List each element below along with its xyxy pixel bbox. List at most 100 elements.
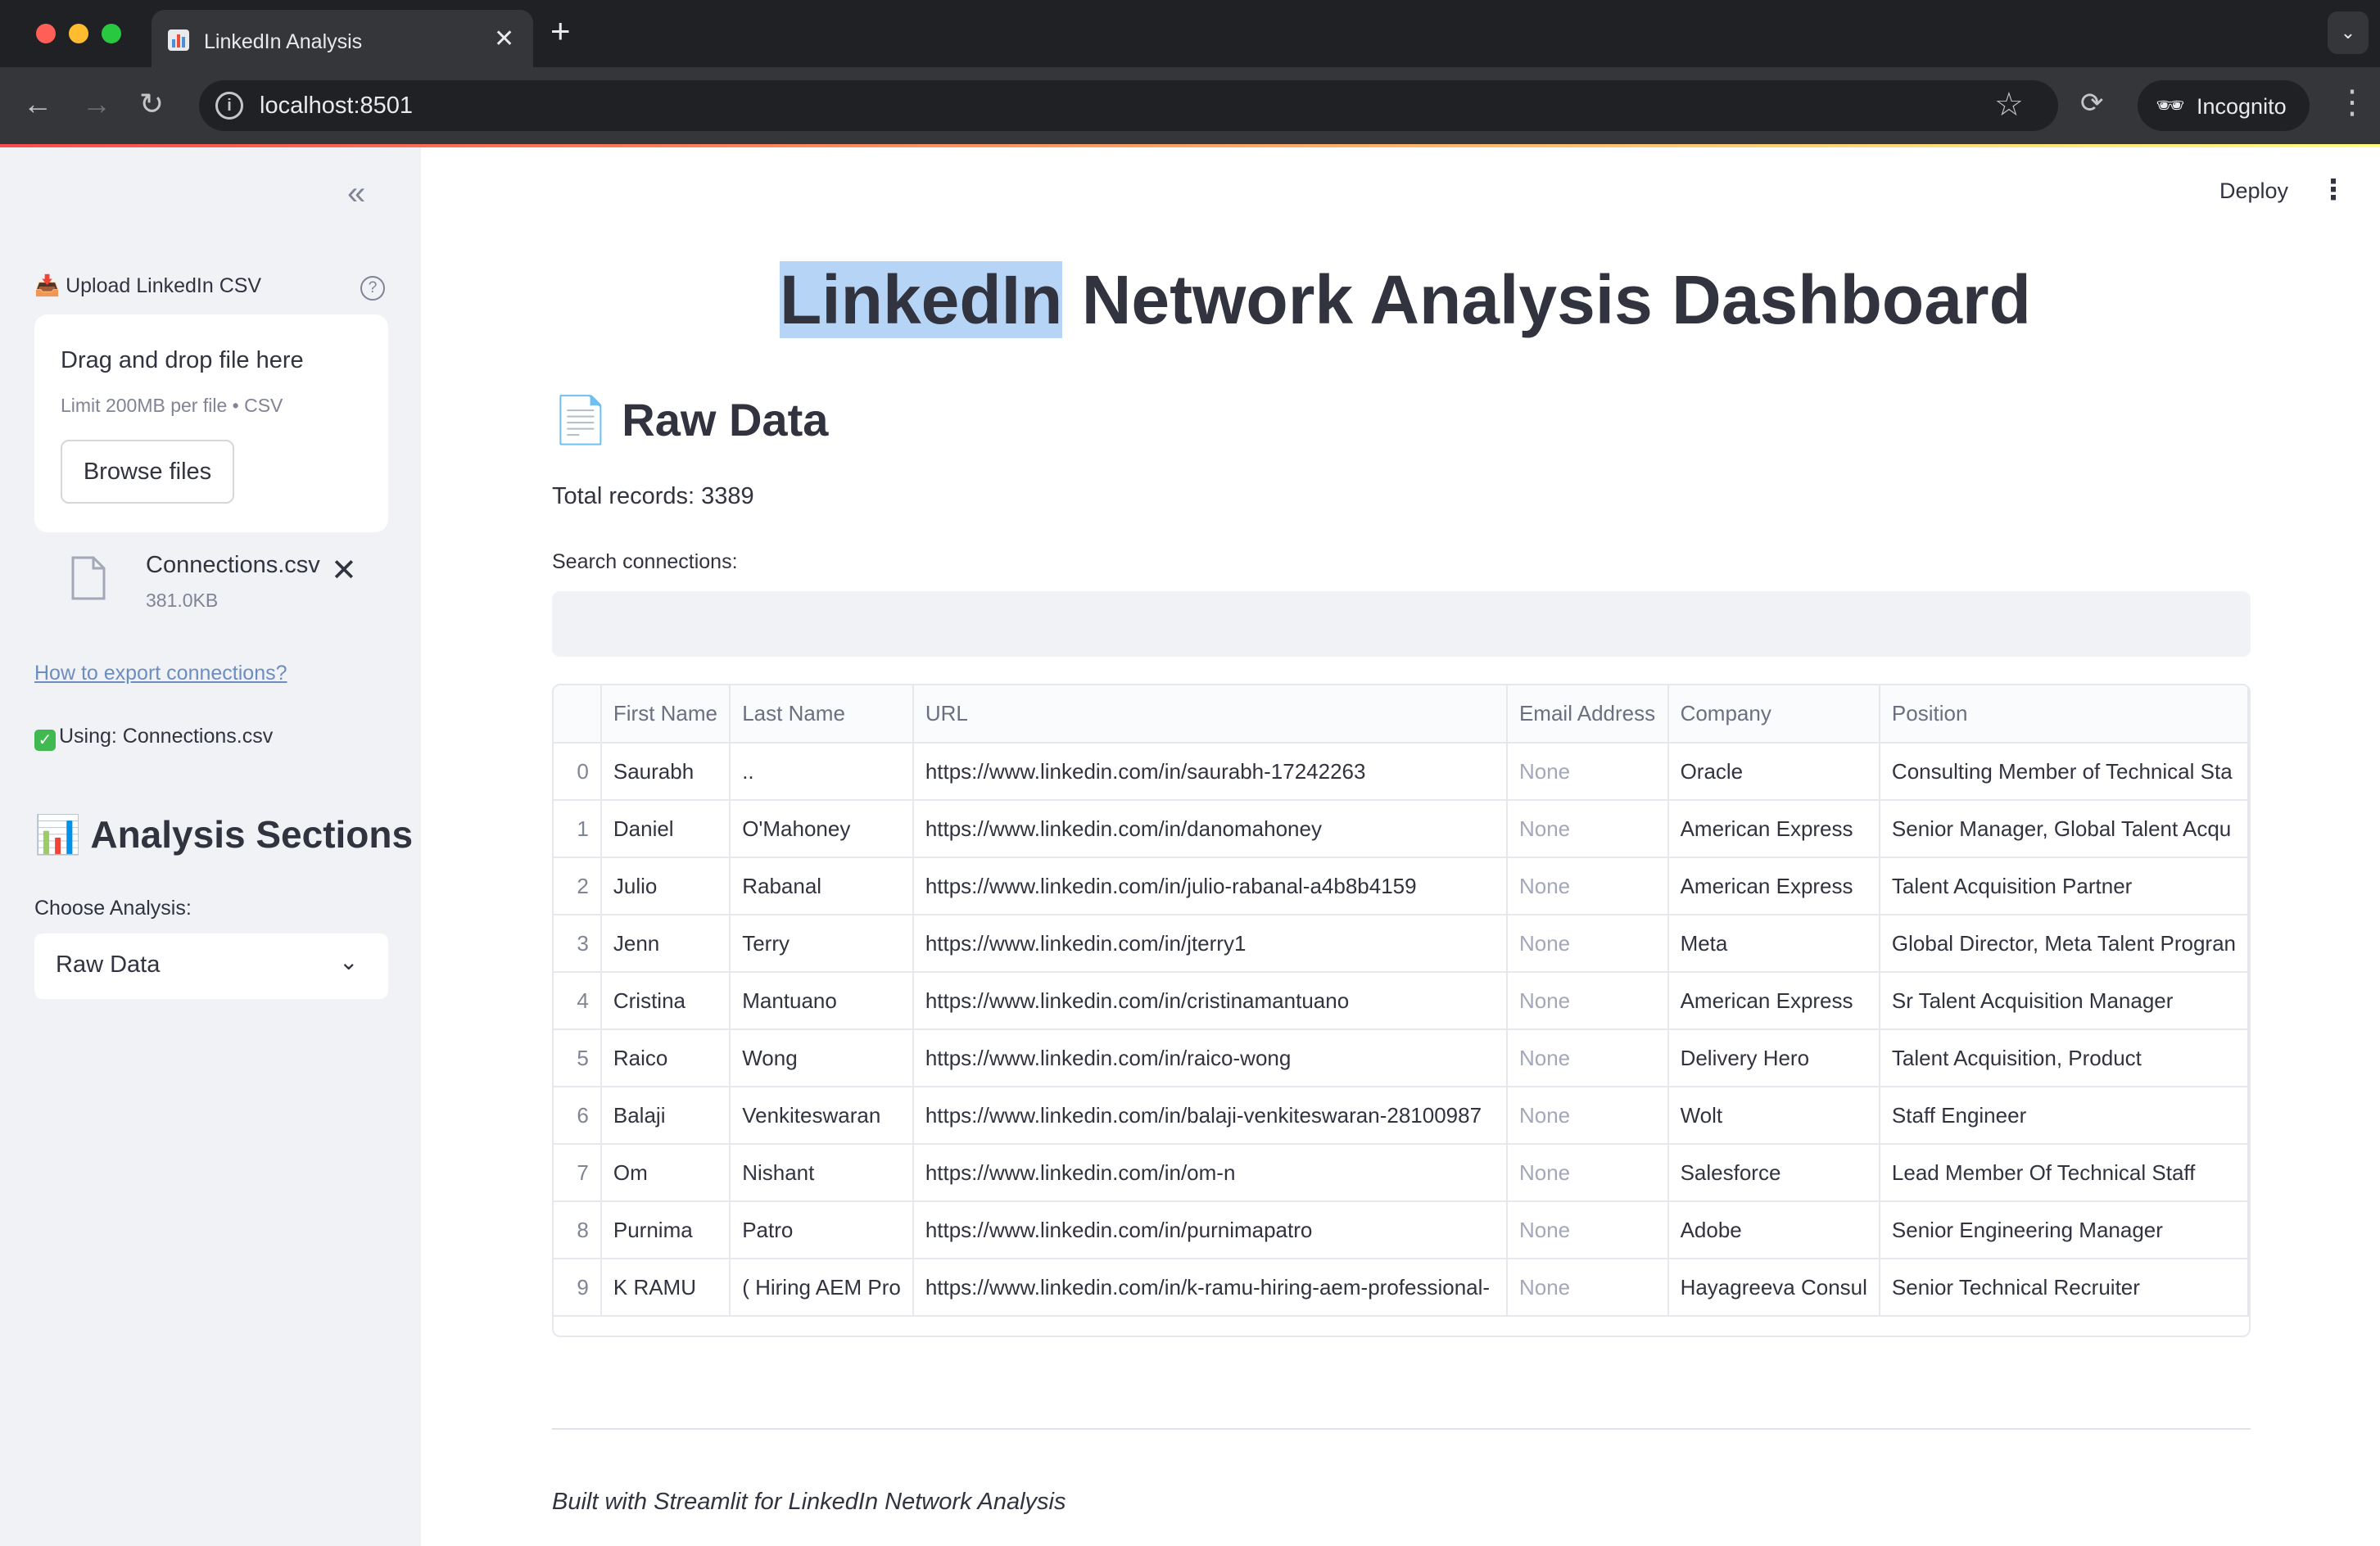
column-header[interactable]: Last Name (730, 685, 914, 744)
new-tab-icon[interactable]: + (550, 11, 571, 51)
bookmark-star-icon[interactable]: ☆ (1994, 86, 2024, 124)
table-cell[interactable]: None (1506, 1029, 1669, 1087)
column-header[interactable]: First Name (600, 685, 731, 744)
incognito-badge[interactable]: 🕶 Incognito (2138, 80, 2310, 131)
table-cell[interactable]: Balaji (600, 1087, 731, 1145)
table-cell[interactable]: Lead Member Of Technical Staff (1879, 1144, 2249, 1202)
column-header[interactable]: Company (1667, 685, 1880, 744)
table-cell[interactable]: None (1506, 972, 1669, 1030)
table-cell[interactable]: Mantuano (730, 972, 914, 1030)
table-cell[interactable]: https://www.linkedin.com/in/raico-wong (912, 1029, 1508, 1087)
table-cell[interactable]: Talent Acquisition, Product (1879, 1029, 2249, 1087)
table-cell[interactable]: Adobe (1667, 1201, 1880, 1259)
table-cell[interactable]: Senior Technical Recruiter (1879, 1259, 2249, 1317)
table-cell[interactable]: None (1506, 1144, 1669, 1202)
table-cell[interactable]: Talent Acquisition Partner (1879, 857, 2249, 915)
help-icon[interactable]: ? (360, 276, 385, 301)
maximize-window-button[interactable] (102, 24, 121, 43)
table-cell[interactable]: Wolt (1667, 1087, 1880, 1145)
collapse-sidebar-icon[interactable]: « (347, 175, 365, 212)
table-cell[interactable]: Senior Engineering Manager (1879, 1201, 2249, 1259)
file-dropzone[interactable]: Drag and drop file here Limit 200MB per … (34, 314, 388, 532)
browser-menu-icon[interactable]: ⋮ (2336, 84, 2369, 121)
browse-files-button[interactable]: Browse files (61, 440, 234, 504)
table-cell[interactable]: Nishant (730, 1144, 914, 1202)
remove-file-icon[interactable]: ✕ (331, 552, 357, 589)
table-cell[interactable]: https://www.linkedin.com/in/julio-rabana… (912, 857, 1508, 915)
close-window-button[interactable] (36, 24, 56, 43)
table-cell[interactable]: American Express (1667, 857, 1880, 915)
minimize-window-button[interactable] (69, 24, 88, 43)
column-header[interactable]: Position (1879, 685, 2249, 744)
table-cell[interactable]: Global Director, Meta Talent Progran (1879, 915, 2249, 973)
table-row[interactable]: 2 Julio Rabanal https://www.linkedin.com/in… (554, 857, 2249, 915)
table-cell[interactable]: Saurabh (600, 743, 731, 801)
table-row[interactable]: 6 Balaji Venkiteswaran https://www.linkedin… (554, 1087, 2249, 1145)
analysis-select[interactable]: Raw Data ⌄ (34, 933, 388, 999)
address-url[interactable]: localhost:8501 (260, 93, 413, 120)
table-cell[interactable]: Hayagreeva Consul (1667, 1259, 1880, 1317)
table-row[interactable]: 9K RAMU( Hiring AEM Pro https://www.linke… (554, 1259, 2249, 1317)
table-row[interactable]: 7 Om Nishant https://www.linkedin.com/in/om… (554, 1144, 2249, 1202)
browser-tab[interactable]: LinkedIn Analysis ✕ (152, 10, 533, 67)
forward-arrow-icon[interactable]: → (82, 84, 111, 124)
data-table[interactable]: First Name Last Name URL Email Address Compa… (552, 684, 2251, 1337)
deploy-button[interactable]: Deploy (2219, 179, 2288, 204)
column-header[interactable] (554, 685, 602, 744)
table-cell[interactable]: None (1506, 915, 1669, 973)
table-cell[interactable]: American Express (1667, 972, 1880, 1030)
table-cell[interactable]: Raico (600, 1029, 731, 1087)
table-cell[interactable]: https://www.linkedin.com/in/om-n (912, 1144, 1508, 1202)
tab-close-icon[interactable]: ✕ (494, 25, 514, 53)
table-cell[interactable]: Julio (600, 857, 731, 915)
address-bar[interactable]: i localhost:8501 ☆ (199, 80, 2058, 131)
search-input[interactable] (552, 591, 2251, 657)
table-cell[interactable]: Meta (1667, 915, 1880, 973)
column-header[interactable]: URL (912, 685, 1508, 744)
table-cell[interactable]: Salesforce (1667, 1144, 1880, 1202)
tab-search-chevron-icon[interactable]: ⌄ (2328, 11, 2369, 54)
back-arrow-icon[interactable]: ← (23, 84, 52, 124)
table-cell[interactable]: Delivery Hero (1667, 1029, 1880, 1087)
table-cell[interactable]: None (1506, 800, 1669, 858)
table-cell[interactable]: Patro (730, 1201, 914, 1259)
site-info-icon[interactable]: i (215, 92, 243, 120)
table-cell[interactable]: Cristina (600, 972, 731, 1030)
table-cell[interactable]: Venkiteswaran (730, 1087, 914, 1145)
table-cell[interactable]: Oracle (1667, 743, 1880, 801)
table-row[interactable]: 4 Cristina Mantuano https://www.linkedin.co… (554, 972, 2249, 1030)
main-menu-icon[interactable]: ⋮ (2319, 174, 2347, 206)
column-header[interactable]: Email Address (1506, 685, 1669, 744)
table-cell[interactable]: Staff Engineer (1879, 1087, 2249, 1145)
table-cell[interactable]: Daniel (600, 800, 731, 858)
table-cell[interactable]: Jenn (600, 915, 731, 973)
table-cell[interactable]: https://www.linkedin.com/in/jterry1 (912, 915, 1508, 973)
extension-icon[interactable]: ⟳ (2080, 87, 2104, 120)
table-cell[interactable]: Purnima (600, 1201, 731, 1259)
table-cell[interactable]: None (1506, 1201, 1669, 1259)
table-cell[interactable]: Senior Manager, Global Talent Acqu (1879, 800, 2249, 858)
table-cell[interactable]: https://www.linkedin.com/in/saurabh-1724… (912, 743, 1508, 801)
table-cell[interactable]: K RAMU (600, 1259, 731, 1317)
table-row[interactable]: 8 Purnima Patro https://www.linkedin.com/in… (554, 1201, 2249, 1259)
table-cell[interactable]: ( Hiring AEM Pro (730, 1259, 914, 1317)
table-cell[interactable]: Rabanal (730, 857, 914, 915)
table-cell[interactable]: None (1506, 1259, 1669, 1317)
table-cell[interactable]: Wong (730, 1029, 914, 1087)
table-cell[interactable]: https://www.linkedin.com/in/cristinamant… (912, 972, 1508, 1030)
table-cell[interactable]: https://www.linkedin.com/in/k-ramu-hirin… (912, 1259, 1508, 1317)
table-cell[interactable]: American Express (1667, 800, 1880, 858)
table-cell[interactable]: None (1506, 743, 1669, 801)
table-cell[interactable]: Consulting Member of Technical Sta (1879, 743, 2249, 801)
table-cell[interactable]: None (1506, 1087, 1669, 1145)
table-cell[interactable]: Sr Talent Acquisition Manager (1879, 972, 2249, 1030)
table-cell[interactable]: https://www.linkedin.com/in/danomahoney (912, 800, 1508, 858)
table-row[interactable]: 0 Saurabh.. https://www.linkedin.com/in/sa… (554, 743, 2249, 801)
table-cell[interactable]: O'Mahoney (730, 800, 914, 858)
table-cell[interactable]: https://www.linkedin.com/in/balaji-venki… (912, 1087, 1508, 1145)
table-cell[interactable]: https://www.linkedin.com/in/purnimapatro (912, 1201, 1508, 1259)
table-cell[interactable]: Terry (730, 915, 914, 973)
table-row[interactable]: 3 Jenn Terry https://www.linkedin.com/in/jt… (554, 915, 2249, 973)
export-help-link[interactable]: How to export connections? (34, 662, 287, 685)
table-cell[interactable]: Om (600, 1144, 731, 1202)
